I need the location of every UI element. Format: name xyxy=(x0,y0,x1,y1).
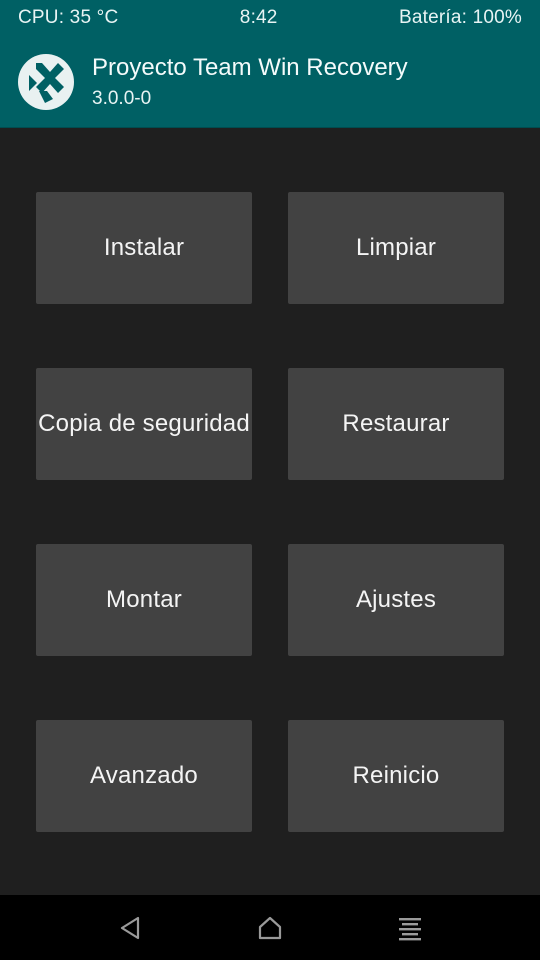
mount-button[interactable]: Montar xyxy=(36,544,252,656)
cpu-temperature: CPU: 35 °C xyxy=(18,7,119,28)
console-menu-icon xyxy=(399,917,421,940)
twrp-logo-icon xyxy=(18,53,74,110)
clock: 8:42 xyxy=(239,7,278,28)
backup-button[interactable]: Copia de seguridad xyxy=(36,368,252,480)
battery-level: Batería: 100% xyxy=(398,7,522,28)
navigation-bar xyxy=(0,895,540,960)
console-menu-button[interactable] xyxy=(380,898,440,958)
home-icon xyxy=(258,916,282,939)
status-bar: CPU: 35 °C 8:42 Batería: 100% xyxy=(0,0,540,36)
main-menu: Instalar Limpiar Copia de seguridad Rest… xyxy=(0,128,540,895)
app-title: Proyecto Team Win Recovery xyxy=(92,54,408,81)
advanced-button[interactable]: Avanzado xyxy=(36,720,252,832)
back-button[interactable] xyxy=(100,898,160,958)
app-version: 3.0.0-0 xyxy=(92,88,152,109)
settings-button[interactable]: Ajustes xyxy=(288,544,504,656)
home-button[interactable] xyxy=(240,898,300,958)
app-header: Proyecto Team Win Recovery 3.0.0-0 xyxy=(0,36,540,128)
install-button[interactable]: Instalar xyxy=(36,192,252,304)
header-text: Proyecto Team Win Recovery 3.0.0-0 xyxy=(92,53,408,110)
reboot-button[interactable]: Reinicio xyxy=(288,720,504,832)
restore-button[interactable]: Restaurar xyxy=(288,368,504,480)
twrp-screen: CPU: 35 °C 8:42 Batería: 100% Proyecto T… xyxy=(0,0,540,960)
back-icon xyxy=(120,916,140,939)
wipe-button[interactable]: Limpiar xyxy=(288,192,504,304)
